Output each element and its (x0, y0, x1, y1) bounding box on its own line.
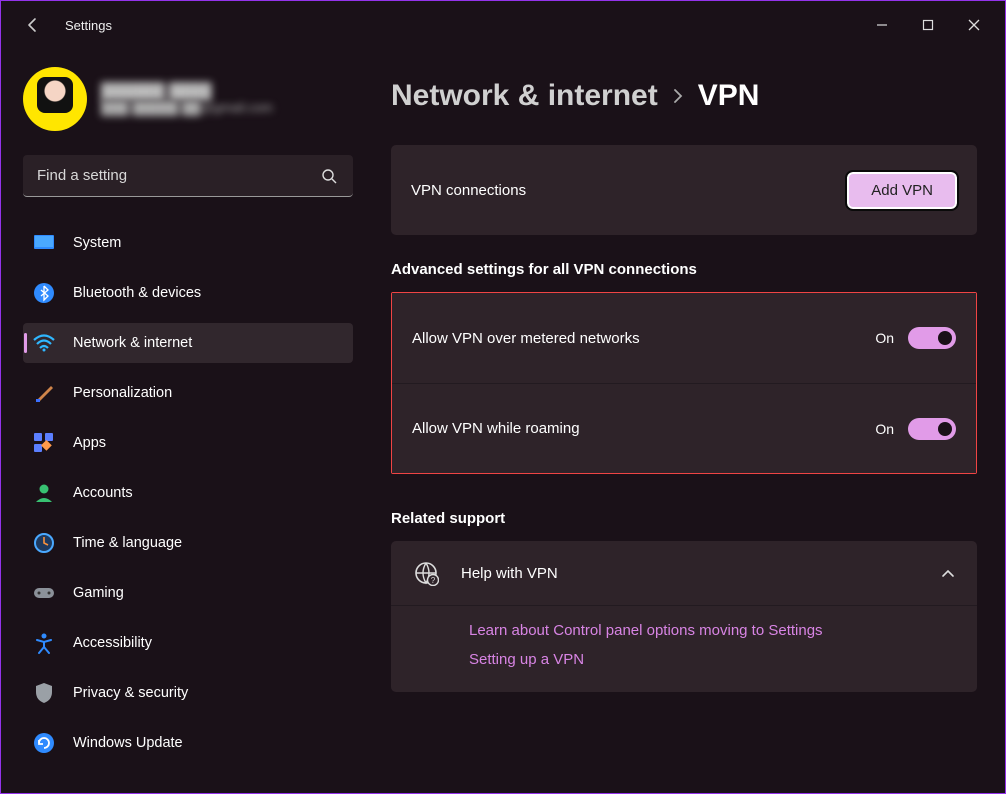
sidebar-item-label: Network & internet (73, 335, 192, 351)
sidebar-item-label: Time & language (73, 535, 182, 551)
avatar (23, 67, 87, 131)
sidebar-item-label: Accessibility (73, 635, 152, 651)
profile-email: ███.█████.██@gmail.com (101, 100, 273, 115)
accessibility-icon (33, 632, 55, 654)
sidebar-item-label: Bluetooth & devices (73, 285, 201, 301)
profile-name: ██████ ████ (101, 83, 273, 100)
search-box (23, 155, 353, 197)
link-setup-vpn[interactable]: Setting up a VPN (469, 651, 977, 668)
shield-icon (33, 682, 55, 704)
sidebar-item-time[interactable]: Time & language (23, 523, 353, 563)
sidebar-item-label: Personalization (73, 385, 172, 401)
help-label: Help with VPN (461, 565, 919, 582)
sidebar-item-update[interactable]: Windows Update (23, 723, 353, 763)
sidebar-item-network[interactable]: Network & internet (23, 323, 353, 363)
sidebar-item-label: Accounts (73, 485, 133, 501)
bluetooth-icon (33, 282, 55, 304)
titlebar: Settings (1, 1, 1005, 49)
setting-label: Allow VPN over metered networks (412, 330, 640, 347)
setting-row-roaming: Allow VPN while roaming On (392, 383, 976, 473)
gamepad-icon (33, 582, 55, 604)
advanced-heading: Advanced settings for all VPN connection… (391, 261, 977, 278)
sidebar-item-accounts[interactable]: Accounts (23, 473, 353, 513)
sidebar-item-label: Windows Update (73, 735, 183, 751)
sidebar-item-label: Apps (73, 435, 106, 451)
breadcrumb-current: VPN (698, 79, 760, 113)
main-panel: Network & internet VPN VPN connections A… (371, 49, 1005, 793)
breadcrumb-parent[interactable]: Network & internet (391, 79, 658, 113)
apps-icon (33, 432, 55, 454)
app-title: Settings (65, 18, 112, 33)
sidebar-item-apps[interactable]: Apps (23, 423, 353, 463)
toggle-state: On (875, 421, 894, 437)
sidebar-item-bluetooth[interactable]: Bluetooth & devices (23, 273, 353, 313)
back-button[interactable] (17, 9, 49, 41)
profile-block[interactable]: ██████ ████ ███.█████.██@gmail.com (23, 67, 353, 131)
sidebar-item-label: Privacy & security (73, 685, 188, 701)
sidebar-item-label: Gaming (73, 585, 124, 601)
close-button[interactable] (951, 9, 997, 41)
related-heading: Related support (391, 510, 977, 527)
wifi-icon (33, 332, 55, 354)
help-with-vpn-row[interactable]: ? Help with VPN (391, 541, 977, 605)
toggle-state: On (875, 330, 894, 346)
maximize-button[interactable] (905, 9, 951, 41)
search-icon[interactable] (313, 160, 345, 192)
related-support-card: ? Help with VPN Learn about Control pane… (391, 541, 977, 692)
person-icon (33, 482, 55, 504)
sidebar-item-privacy[interactable]: Privacy & security (23, 673, 353, 713)
chevron-right-icon (672, 89, 684, 103)
sidebar-item-system[interactable]: System (23, 223, 353, 263)
nav-list: System Bluetooth & devices Network & int… (23, 223, 353, 763)
search-input[interactable] (23, 155, 353, 197)
related-links: Learn about Control panel options moving… (391, 605, 977, 692)
sidebar-item-accessibility[interactable]: Accessibility (23, 623, 353, 663)
minimize-button[interactable] (859, 9, 905, 41)
sidebar-item-label: System (73, 235, 121, 251)
link-control-panel[interactable]: Learn about Control panel options moving… (469, 622, 977, 639)
add-vpn-button[interactable]: Add VPN (847, 172, 957, 209)
clock-globe-icon (33, 532, 55, 554)
chevron-up-icon (941, 568, 955, 578)
svg-text:?: ? (431, 576, 436, 585)
paintbrush-icon (33, 382, 55, 404)
update-icon (33, 732, 55, 754)
advanced-settings-group: Allow VPN over metered networks On Allow… (391, 292, 977, 474)
vpn-connections-card: VPN connections Add VPN (391, 145, 977, 235)
globe-help-icon: ? (413, 560, 439, 586)
vpn-connections-label: VPN connections (411, 182, 526, 199)
system-icon (33, 232, 55, 254)
sidebar: ██████ ████ ███.█████.██@gmail.com Syste… (1, 49, 371, 793)
window-controls (859, 9, 997, 41)
breadcrumb: Network & internet VPN (391, 79, 977, 113)
toggle-roaming[interactable] (908, 418, 956, 440)
setting-row-metered: Allow VPN over metered networks On (392, 293, 976, 383)
sidebar-item-personalization[interactable]: Personalization (23, 373, 353, 413)
setting-label: Allow VPN while roaming (412, 420, 580, 437)
toggle-metered[interactable] (908, 327, 956, 349)
sidebar-item-gaming[interactable]: Gaming (23, 573, 353, 613)
